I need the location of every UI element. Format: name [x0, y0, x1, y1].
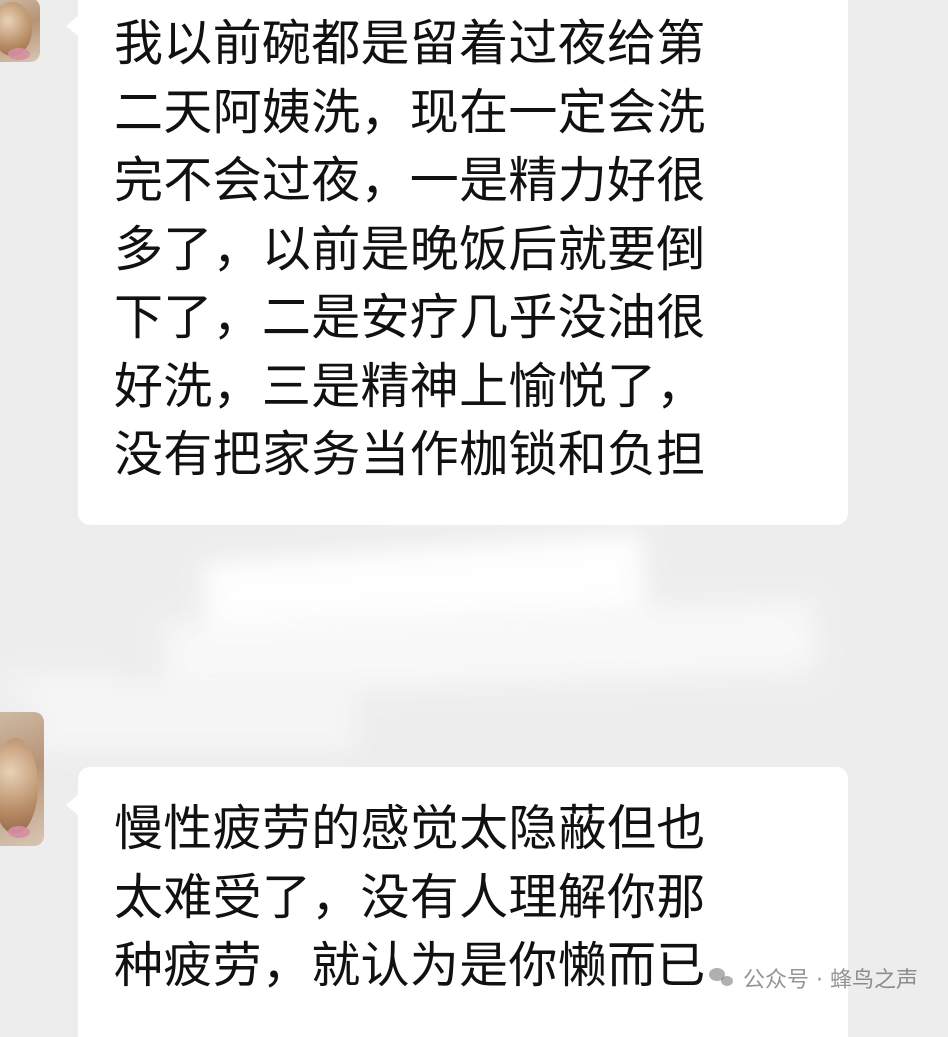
sender-avatar[interactable]	[0, 712, 44, 846]
sender-avatar[interactable]	[0, 0, 40, 62]
avatar-detail	[8, 826, 30, 838]
avatar-detail	[8, 48, 30, 60]
message-bubble[interactable]: 我以前碗都是留着过夜给第 二天阿姨洗，现在一定会洗 完不会过夜，一是精力好很 多…	[66, 0, 848, 525]
redaction-blur	[163, 600, 817, 696]
avatar-portrait	[0, 738, 38, 834]
redaction-blur	[36, 682, 356, 752]
watermark: 公众号 · 蜂鸟之声	[709, 962, 918, 994]
redaction-blur	[202, 532, 648, 650]
message-text: 我以前碗都是留着过夜给第 二天阿姨洗，现在一定会洗 完不会过夜，一是精力好很 多…	[114, 15, 706, 483]
message-bubble[interactable]: 慢性疲劳的感觉太隐蔽但也 太难受了，没有人理解你那 种疲劳，就认为是你懒而已	[66, 767, 848, 1037]
redaction-blur	[0, 668, 120, 708]
watermark-text: 公众号 · 蜂鸟之声	[743, 968, 918, 993]
wechat-icon	[709, 968, 735, 988]
